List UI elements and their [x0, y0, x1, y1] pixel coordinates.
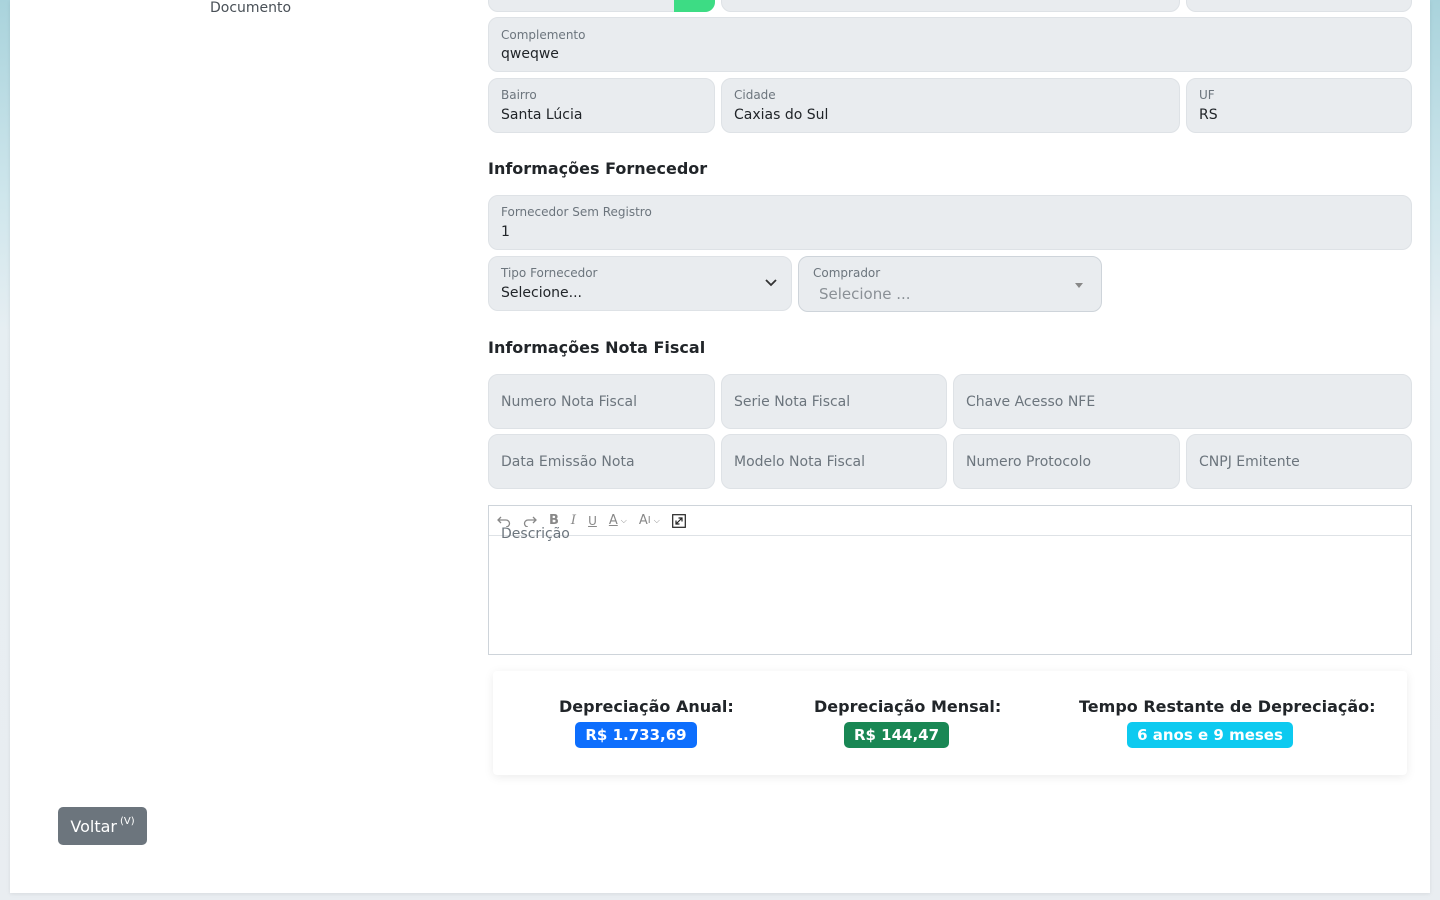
data-emissao-nota-input[interactable]: Data Emissão Nota: [488, 434, 715, 489]
caret-down-icon: [1075, 283, 1083, 288]
font-color-icon[interactable]: A ⌵: [609, 513, 627, 528]
depreciacao-anual-label: Depreciação Anual:: [559, 697, 734, 716]
complemento-field[interactable]: Complemento qweqwe: [488, 17, 1412, 72]
fornecedor-sem-registro-field[interactable]: Fornecedor Sem Registro 1: [488, 195, 1412, 250]
field-top-partial-3[interactable]: [1186, 0, 1412, 12]
tempo-restante: Tempo Restante de Depreciação: 6 anos e …: [1079, 697, 1376, 748]
serie-nota-fiscal-input[interactable]: Serie Nota Fiscal: [721, 374, 947, 429]
comprador-placeholder: Selecione ...: [819, 285, 911, 303]
green-action-button[interactable]: [674, 0, 715, 12]
complemento-label: Complemento: [501, 28, 586, 42]
italic-icon[interactable]: I: [571, 513, 576, 528]
chave-acesso-nfe-input[interactable]: Chave Acesso NFE: [953, 374, 1412, 429]
depreciacao-mensal-label: Depreciação Mensal:: [814, 697, 1002, 716]
numero-nota-fiscal-input[interactable]: Numero Nota Fiscal: [488, 374, 715, 429]
comprador-select[interactable]: Comprador Selecione ...: [798, 256, 1102, 312]
serie-nota-fiscal-placeholder: Serie Nota Fiscal: [734, 394, 851, 410]
descricao-editor[interactable]: B I U A ⌵ A I ⌵ Descrição: [488, 505, 1412, 655]
bairro-field[interactable]: Bairro Santa Lúcia: [488, 78, 715, 133]
cnpj-emitente-placeholder: CNPJ Emitente: [1199, 454, 1300, 470]
editor-toolbar: B I U A ⌵ A I ⌵: [489, 506, 1411, 536]
cnpj-emitente-input[interactable]: CNPJ Emitente: [1186, 434, 1412, 489]
tipo-fornecedor-value: Selecione...: [501, 285, 582, 301]
bairro-value: Santa Lúcia: [501, 107, 583, 123]
depreciacao-mensal-badge: R$ 144,47: [843, 722, 950, 748]
tempo-restante-label: Tempo Restante de Depreciação:: [1079, 697, 1376, 716]
back-button[interactable]: Voltar (V): [58, 807, 147, 845]
underline-icon[interactable]: U: [588, 514, 597, 528]
depreciacao-summary: Depreciação Anual: R$ 1.733,69 Depreciaç…: [493, 671, 1407, 775]
cidade-field[interactable]: Cidade Caxias do Sul: [721, 78, 1180, 133]
data-emissao-nota-placeholder: Data Emissão Nota: [501, 454, 635, 470]
font-size-icon[interactable]: A I ⌵: [639, 513, 660, 528]
field-top-partial-1[interactable]: [488, 0, 715, 12]
redo-icon[interactable]: [523, 515, 537, 527]
back-button-shortcut: (V): [119, 815, 135, 827]
depreciacao-anual: Depreciação Anual: R$ 1.733,69: [559, 697, 734, 748]
nota-fiscal-section-title: Informações Nota Fiscal: [488, 338, 706, 357]
back-button-label: Voltar: [70, 816, 117, 836]
numero-protocolo-input[interactable]: Numero Protocolo: [953, 434, 1180, 489]
tipo-fornecedor-select[interactable]: Tipo Fornecedor Selecione...: [488, 256, 792, 311]
depreciacao-anual-badge: R$ 1.733,69: [575, 722, 697, 748]
tipo-fornecedor-label: Tipo Fornecedor: [501, 266, 598, 280]
cidade-value: Caxias do Sul: [734, 107, 829, 123]
uf-label: UF: [1199, 88, 1215, 102]
sidebar-link-documento[interactable]: Documento: [210, 0, 291, 16]
modelo-nota-fiscal-input[interactable]: Modelo Nota Fiscal: [721, 434, 947, 489]
fornecedor-sem-registro-label: Fornecedor Sem Registro: [501, 205, 652, 219]
fornecedor-section-title: Informações Fornecedor: [488, 159, 708, 178]
undo-icon[interactable]: [497, 515, 511, 527]
chave-acesso-nfe-placeholder: Chave Acesso NFE: [966, 394, 1096, 410]
uf-value: RS: [1199, 107, 1218, 123]
tempo-restante-badge: 6 anos e 9 meses: [1127, 722, 1293, 748]
uf-field[interactable]: UF RS: [1186, 78, 1412, 133]
numero-protocolo-placeholder: Numero Protocolo: [966, 454, 1092, 470]
cidade-label: Cidade: [734, 88, 776, 102]
numero-nota-fiscal-placeholder: Numero Nota Fiscal: [501, 394, 638, 410]
descricao-placeholder: Descrição: [501, 526, 570, 542]
field-top-partial-2[interactable]: [721, 0, 1180, 12]
complemento-value: qweqwe: [501, 46, 559, 62]
modelo-nota-fiscal-placeholder: Modelo Nota Fiscal: [734, 454, 865, 470]
chevron-down-icon: [765, 279, 777, 287]
fornecedor-sem-registro-value: 1: [501, 224, 510, 240]
comprador-label: Comprador: [813, 266, 881, 280]
bairro-label: Bairro: [501, 88, 537, 102]
fullscreen-icon[interactable]: [671, 513, 686, 528]
depreciacao-mensal: Depreciação Mensal: R$ 144,47: [814, 697, 1002, 748]
